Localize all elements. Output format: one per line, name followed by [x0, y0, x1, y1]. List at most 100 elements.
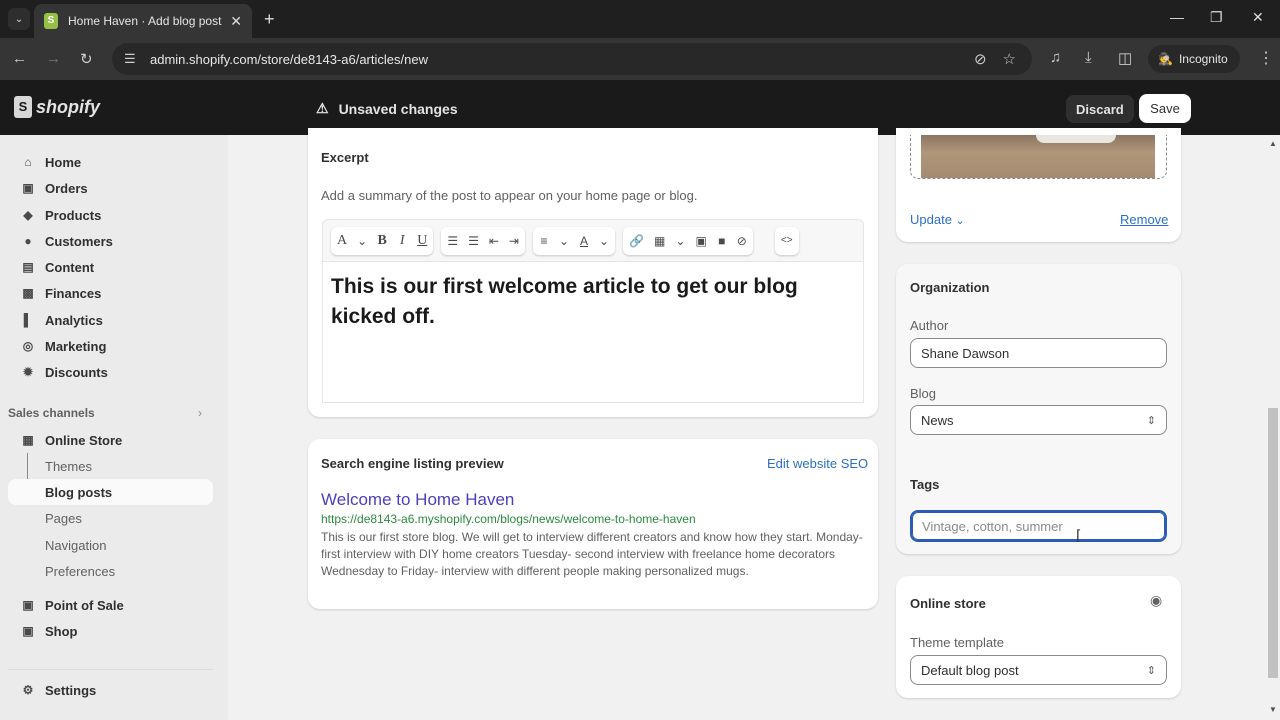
- chevron-right-icon[interactable]: ›: [198, 406, 202, 420]
- sidebar-item-discounts[interactable]: ✹ Discounts: [8, 359, 213, 385]
- kebab-icon[interactable]: ⋮: [1258, 48, 1274, 68]
- sidebar-item-finances[interactable]: ▩ Finances: [8, 280, 213, 306]
- tags-field[interactable]: [910, 510, 1167, 542]
- sidebar-sub-pages[interactable]: Pages: [8, 505, 213, 531]
- home-icon: ⌂: [24, 155, 32, 169]
- sidebar-item-analytics[interactable]: ▌ Analytics: [8, 307, 213, 333]
- theme-template-select[interactable]: Default blog post ⇕: [910, 655, 1167, 685]
- excerpt-editor[interactable]: This is our first welcome article to get…: [322, 261, 864, 403]
- scroll-up-icon[interactable]: ▲: [1269, 139, 1277, 148]
- clear-format-icon[interactable]: ⊘: [737, 234, 747, 248]
- show-html-button[interactable]: <>: [781, 235, 793, 246]
- code-group: <>: [774, 226, 799, 255]
- address-bar[interactable]: ☰ admin.shopify.com/store/de8143-a6/arti…: [112, 43, 1032, 75]
- chevron-down-icon[interactable]: ⌄: [675, 234, 685, 248]
- chevron-down-icon[interactable]: ⌄: [599, 234, 609, 248]
- sidebar-divider: [8, 669, 213, 670]
- restore-icon[interactable]: ❐: [1210, 9, 1223, 26]
- eye-off-icon[interactable]: ⊘: [974, 50, 987, 68]
- author-field[interactable]: Shane Dawson: [910, 338, 1167, 368]
- shopify-logo[interactable]: S shopify: [14, 96, 100, 118]
- download-icon[interactable]: ⤓: [1085, 49, 1092, 66]
- save-button[interactable]: Save: [1139, 94, 1191, 123]
- sidebar-item-label: Analytics: [45, 312, 103, 328]
- remove-image-link[interactable]: Remove: [1120, 212, 1168, 227]
- back-icon[interactable]: ←: [12, 50, 27, 67]
- sidebar-item-home[interactable]: ⌂ Home: [8, 149, 213, 175]
- sidebar-item-shop[interactable]: ▣ Shop: [8, 618, 213, 644]
- media-icon[interactable]: ♫: [1050, 49, 1061, 66]
- scroll-down-icon[interactable]: ▼: [1269, 705, 1277, 714]
- edit-seo-link[interactable]: Edit website SEO: [767, 456, 868, 471]
- shopify-bag-icon: S: [14, 96, 32, 118]
- close-window-icon[interactable]: ✕: [1252, 9, 1264, 26]
- font-style-button[interactable]: A: [337, 233, 347, 249]
- video-icon[interactable]: ■: [717, 234, 727, 248]
- scrollbar-thumb[interactable]: [1268, 408, 1278, 678]
- bold-button[interactable]: B: [377, 233, 387, 249]
- star-icon[interactable]: ☆: [1003, 50, 1016, 68]
- minimize-icon[interactable]: —: [1170, 9, 1184, 25]
- seo-page-title: Welcome to Home Haven: [321, 490, 515, 509]
- tags-input[interactable]: [922, 518, 1155, 534]
- close-tab-icon[interactable]: ✕: [230, 13, 242, 30]
- sidebar-item-products[interactable]: ◆ Products: [8, 202, 213, 228]
- blog-select[interactable]: News ⇕: [910, 405, 1167, 435]
- sidebar-item-label: Customers: [45, 233, 113, 249]
- tags-label: Tags: [910, 477, 940, 492]
- outdent-icon[interactable]: ⇤: [489, 234, 499, 248]
- pos-icon: ▣: [22, 598, 34, 612]
- page-scrollbar[interactable]: ▲ ▼: [1266, 135, 1280, 720]
- update-image-button[interactable]: Update ⌄: [910, 212, 965, 227]
- chevron-down-icon: ⌄: [955, 215, 965, 227]
- sidebar-item-label: Point of Sale: [45, 597, 124, 613]
- sidebar-sub-themes[interactable]: Themes: [8, 453, 213, 479]
- forward-icon[interactable]: →: [46, 50, 61, 67]
- table-icon[interactable]: ▦: [654, 234, 665, 248]
- sidebar-item-online-store[interactable]: ▦ Online Store: [8, 427, 213, 453]
- update-label: Update: [910, 212, 952, 227]
- align-left-icon[interactable]: ≡: [539, 234, 549, 248]
- tab-title: Home Haven · Add blog post ·: [68, 14, 225, 28]
- link-icon[interactable]: 🔗: [629, 234, 644, 248]
- seo-title: Search engine listing preview: [321, 456, 504, 471]
- sidebar-item-point-of-sale[interactable]: ▣ Point of Sale: [8, 592, 213, 618]
- new-tab-icon[interactable]: +: [264, 9, 275, 30]
- text-color-button[interactable]: A: [579, 234, 589, 248]
- tab-search-button[interactable]: ⌄: [8, 8, 30, 30]
- incognito-badge[interactable]: 🕵 Incognito: [1148, 45, 1240, 73]
- site-settings-icon[interactable]: ☰: [124, 51, 144, 67]
- sidebar-item-marketing[interactable]: ◎ Marketing: [8, 333, 213, 359]
- eye-icon[interactable]: ◉: [1150, 592, 1162, 609]
- bullet-list-icon[interactable]: ☰: [447, 234, 458, 248]
- underline-button[interactable]: U: [417, 233, 427, 249]
- orders-icon: ▣: [22, 181, 34, 195]
- sidebar-item-label: Discounts: [45, 364, 108, 380]
- sidebar-item-customers[interactable]: ● Customers: [8, 228, 213, 254]
- sidebar-item-content[interactable]: ▤ Content: [8, 254, 213, 280]
- app-topbar: S shopify ⚠ Unsaved changes Discard Save: [0, 80, 1280, 135]
- numbered-list-icon[interactable]: ☰: [468, 234, 479, 248]
- sidebar-item-settings[interactable]: ⚙ Settings: [8, 677, 213, 703]
- reload-icon[interactable]: ↻: [80, 50, 93, 68]
- sidebar-sub-label: Blog posts: [45, 484, 113, 500]
- sidebar-sub-label: Navigation: [45, 537, 107, 553]
- sidebar-sub-preferences[interactable]: Preferences: [8, 558, 213, 584]
- discard-button[interactable]: Discard: [1066, 95, 1134, 123]
- sidebar-sub-blog-posts[interactable]: Blog posts: [8, 479, 213, 505]
- sales-channels-label: Sales channels: [8, 406, 95, 420]
- image-icon[interactable]: ▣: [695, 234, 706, 248]
- target-icon: ◎: [22, 339, 34, 353]
- italic-button[interactable]: I: [397, 233, 407, 249]
- select-chevron-icon: ⇕: [1146, 664, 1156, 677]
- indent-icon[interactable]: ⇥: [509, 234, 519, 248]
- chevron-down-icon[interactable]: ⌄: [559, 234, 569, 248]
- side-panel-icon[interactable]: ◫: [1118, 49, 1132, 67]
- browser-tab[interactable]: S Home Haven · Add blog post · ✕: [34, 4, 252, 38]
- sidebar-sub-navigation[interactable]: Navigation: [8, 532, 213, 558]
- chevron-down-icon[interactable]: ⌄: [357, 234, 367, 248]
- url-text[interactable]: admin.shopify.com/store/de8143-a6/articl…: [150, 52, 974, 67]
- featured-image: [921, 135, 1155, 178]
- featured-image-dropzone[interactable]: [910, 135, 1167, 179]
- sidebar-item-orders[interactable]: ▣ Orders: [8, 175, 213, 201]
